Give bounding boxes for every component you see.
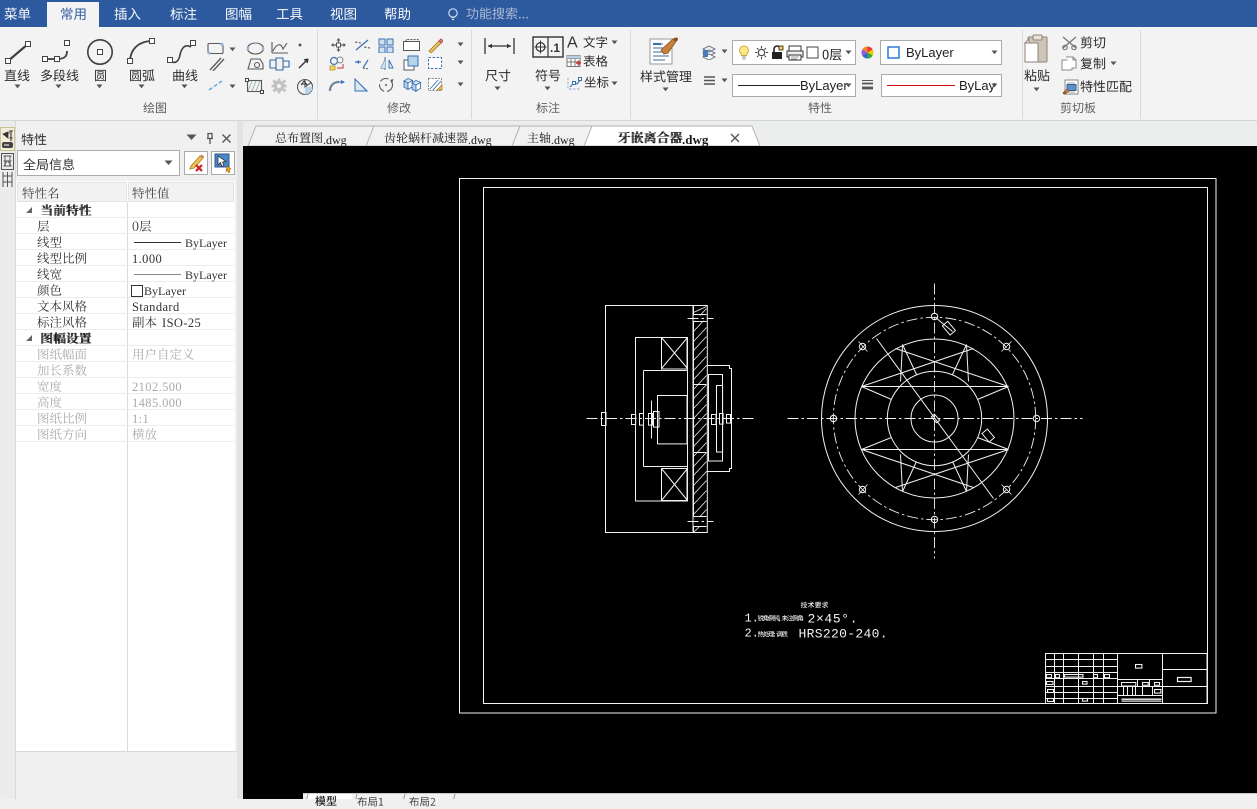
svg-text:1.: 1. <box>745 612 759 626</box>
svg-text:2.: 2. <box>745 627 759 641</box>
svg-text:HRS220-240.: HRS220-240. <box>799 627 888 642</box>
svg-text:A: A <box>567 35 578 48</box>
svg-text:.1: .1 <box>550 41 560 55</box>
svg-text:2×45°.: 2×45°. <box>808 612 858 627</box>
